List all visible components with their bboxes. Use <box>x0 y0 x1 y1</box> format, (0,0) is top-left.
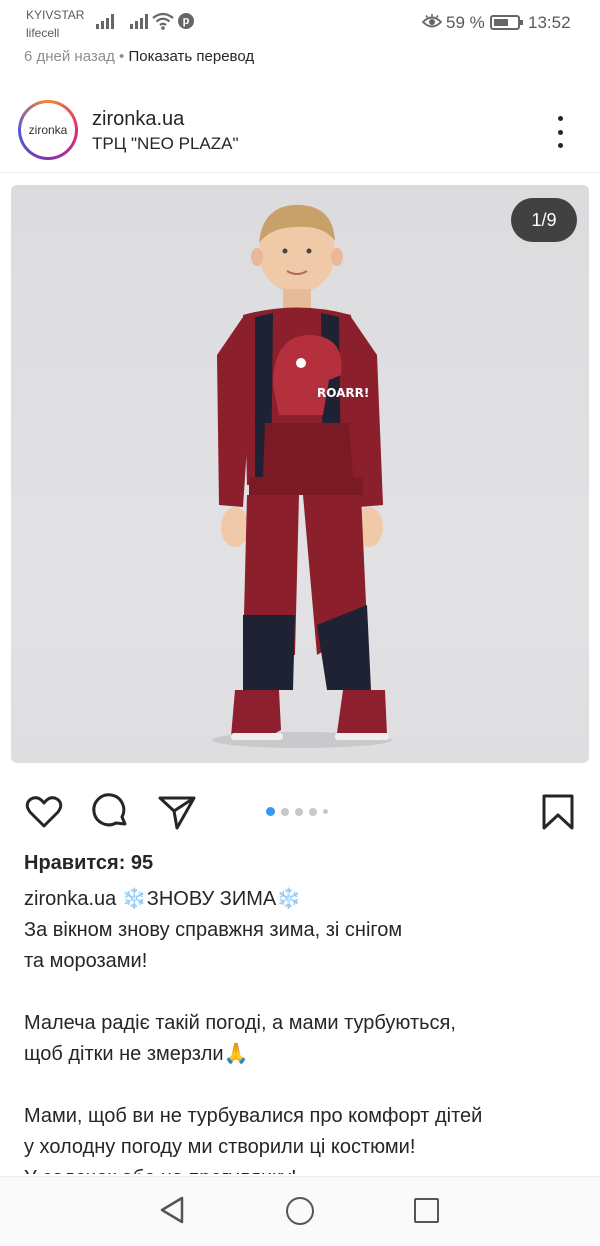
signal-icon <box>130 13 148 29</box>
status-bar: KYIVSTAR lifecell p 59 % 13:52 <box>0 0 600 44</box>
post-location[interactable]: ТРЦ "NEO PLAZA" <box>92 134 239 154</box>
post-username[interactable]: zironka.ua <box>92 108 184 131</box>
avatar-logo: zironka <box>21 103 75 157</box>
caption-line: та морозами! <box>24 950 148 972</box>
snowflake-emoji: ❄️ <box>121 888 147 910</box>
caption-line: За вікном знову справжня зима, зі снігом <box>24 919 403 941</box>
post-actions <box>0 788 600 836</box>
recent-apps-icon[interactable] <box>414 1198 439 1223</box>
heart-icon[interactable] <box>24 792 64 832</box>
pinterest-icon: p <box>178 13 194 29</box>
carousel-dot <box>323 809 328 814</box>
post-caption: zironka.ua ❄️ЗНОВУ ЗИМА❄️ За вікном знов… <box>24 884 576 1174</box>
child-in-tracksuit-illustration: ROARR! <box>212 204 392 748</box>
caption-first-line: zironka.ua ❄️ЗНОВУ ЗИМА❄️ <box>24 884 576 915</box>
carousel-dot <box>309 807 317 816</box>
image-counter-badge: 1/9 <box>511 198 577 242</box>
bookmark-icon[interactable] <box>538 792 578 832</box>
separator: • <box>114 48 129 65</box>
caption-title: ЗНОВУ ЗИМА <box>146 888 277 910</box>
comment-icon[interactable] <box>91 792 131 832</box>
home-icon[interactable] <box>286 1197 314 1225</box>
carousel-dot-active <box>266 807 275 816</box>
clock: 13:52 <box>528 13 571 32</box>
post-header: zironka zironka.ua ТРЦ "NEO PLAZA" <box>0 96 600 166</box>
wifi-icon <box>152 12 174 30</box>
post-age: 6 дней назад <box>24 48 115 65</box>
carousel-indicator <box>266 807 328 816</box>
post-photo[interactable]: ROARR! <box>11 185 589 763</box>
carrier-name-1: KYIVSTAR <box>26 8 85 22</box>
carrier-name-2: lifecell <box>26 26 60 40</box>
carousel-dot <box>295 807 303 816</box>
caption-line: Малеча радіє такій погоді, а мами турбую… <box>24 1012 456 1034</box>
caption-line: Мами, щоб ви не турбувалися про комфорт … <box>24 1105 483 1127</box>
avatar[interactable]: zironka <box>18 100 78 160</box>
back-icon[interactable] <box>158 1195 186 1225</box>
send-icon[interactable] <box>157 792 197 832</box>
system-navigation-bar <box>0 1176 600 1246</box>
eye-comfort-icon <box>422 14 442 28</box>
caption-line: У садочок або на прогулянку! <box>24 1163 576 1174</box>
divider <box>0 172 600 173</box>
likes-count[interactable]: Нравится: 95 <box>24 852 153 875</box>
caption-line: щоб дітки не змерзли🙏 <box>24 1043 249 1065</box>
caption-username[interactable]: zironka.ua <box>24 888 116 910</box>
battery-icon <box>490 15 523 30</box>
svg-text:ROARR!: ROARR! <box>317 386 369 400</box>
more-vertical-icon[interactable] <box>548 116 572 148</box>
post-meta-line: 6 дней назад • Показать перевод <box>24 48 254 65</box>
carousel-dot <box>281 807 289 816</box>
signal-icon <box>96 13 114 29</box>
caption-line: у холодну погоду ми створили ці костюми! <box>24 1136 416 1158</box>
battery-percentage: 59 % <box>446 13 485 32</box>
show-translation-link[interactable]: Показать перевод <box>128 48 254 65</box>
snowflake-emoji: ❄️ <box>276 888 302 910</box>
